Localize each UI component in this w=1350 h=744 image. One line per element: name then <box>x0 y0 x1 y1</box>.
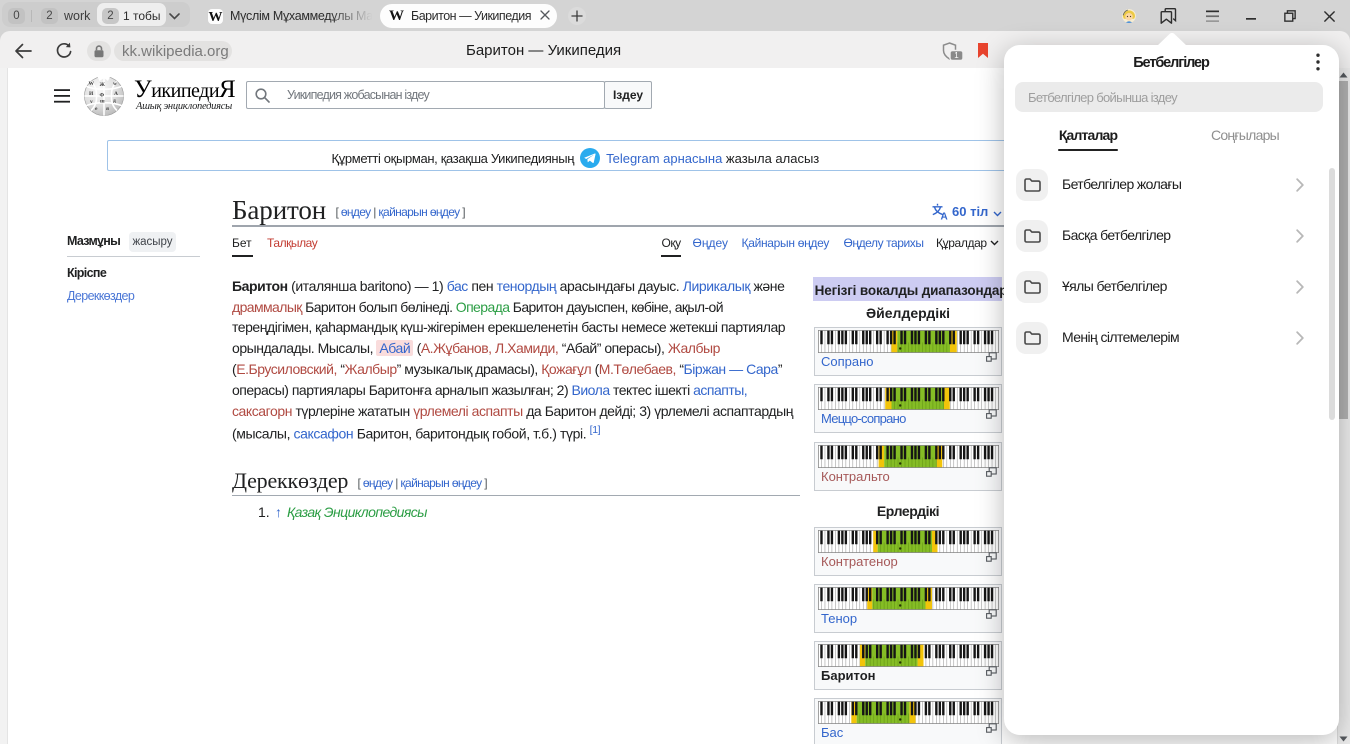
svg-text:ш: ш <box>100 99 105 105</box>
svg-text:w: w <box>113 81 117 87</box>
svg-text:A: A <box>941 212 948 221</box>
svg-text:W: W <box>89 81 95 87</box>
svg-text:A: A <box>114 91 118 97</box>
svg-text:1: 1 <box>954 51 959 60</box>
svg-text:И: И <box>89 91 94 97</box>
svg-text:д: д <box>113 98 116 104</box>
svg-text:я: я <box>106 106 109 112</box>
svg-text:Ж: Ж <box>100 82 106 88</box>
svg-text:v: v <box>90 99 93 105</box>
